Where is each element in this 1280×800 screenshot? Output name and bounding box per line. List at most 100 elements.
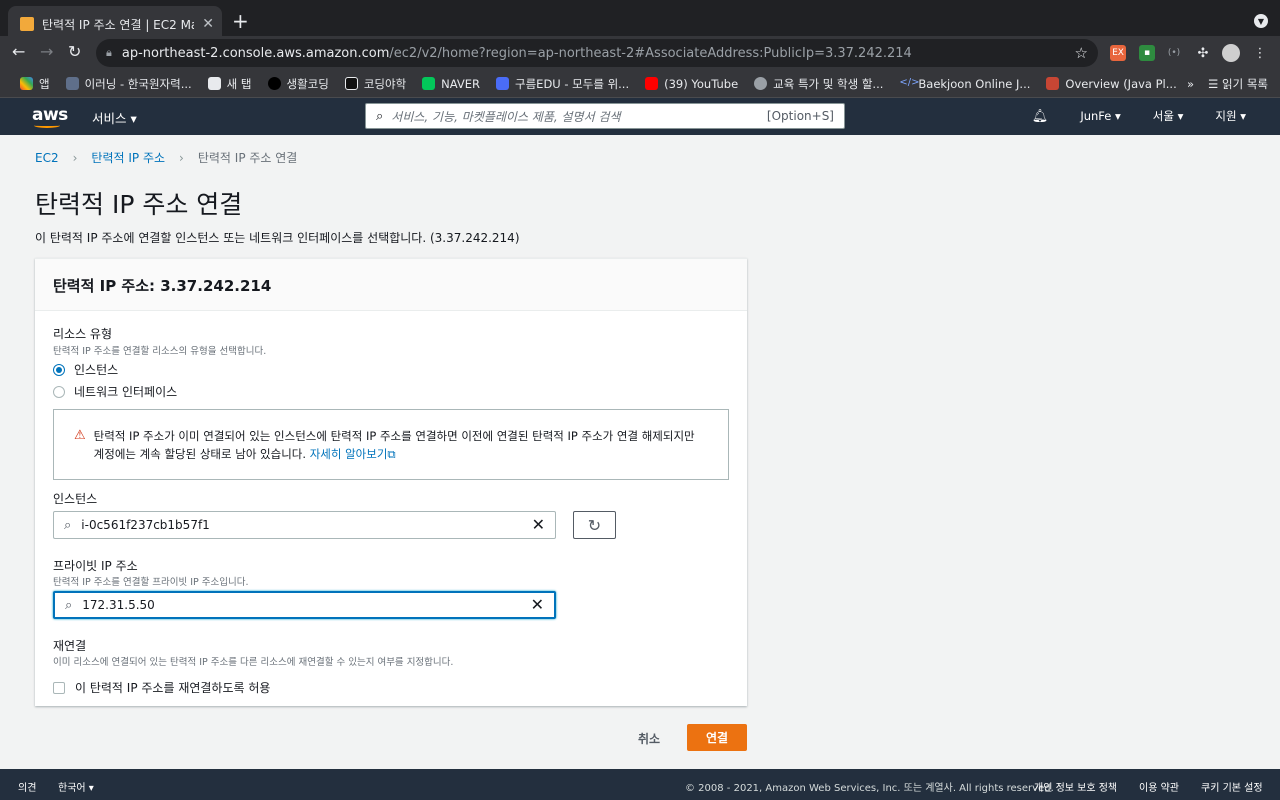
reassociate-desc: 이미 리소스에 연결되어 있는 탄력적 IP 주소를 다른 리소스에 재연결할 … — [53, 657, 454, 668]
apps-grid-icon — [20, 77, 33, 90]
aws-favicon-icon — [20, 17, 34, 31]
reload-icon[interactable]: ↻ — [68, 43, 81, 61]
cookie-preferences-link[interactable]: 쿠키 기본 설정 — [1201, 779, 1263, 794]
bookmark-icon — [267, 77, 281, 90]
bookmark-item[interactable]: 이러닝 - 한국원자력... — [58, 76, 200, 92]
bell-icon[interactable]: 🔔︎ — [1032, 109, 1049, 124]
account-menu[interactable]: JunFe ▾ — [1080, 109, 1120, 123]
extension-icon[interactable]: (•) — [1166, 45, 1182, 61]
cancel-button[interactable]: 취소 — [638, 730, 660, 747]
search-placeholder: 서비스, 기능, 마켓플레이스 제품, 설명서 검색 — [391, 109, 621, 124]
bookmark-item[interactable]: 새 탭 — [200, 76, 260, 92]
bookmark-item[interactable]: 구름EDU - 모두를 위... — [488, 76, 637, 92]
bookmark-label: (39) YouTube — [664, 76, 739, 91]
breadcrumb-elastic-ip[interactable]: 탄력적 IP 주소 — [91, 149, 165, 166]
learn-more-label: 자세히 알아보기 — [309, 447, 388, 461]
reassociate-option[interactable]: 이 탄력적 IP 주소를 재연결하도록 허용 — [53, 679, 270, 696]
region-menu[interactable]: 서울 ▾ — [1153, 108, 1184, 124]
breadcrumb-current: 탄력적 IP 주소 연결 — [197, 151, 298, 165]
console-footer: 의견 한국어 ▾ © 2008 - 2021, Amazon Web Servi… — [0, 769, 1280, 800]
tab-search-icon[interactable]: ▼ — [1254, 14, 1268, 28]
services-label: 서비스 — [92, 111, 127, 126]
bookmark-label: Baekjoon Online J... — [918, 76, 1031, 91]
feedback-link[interactable]: 의견 — [18, 779, 36, 794]
search-icon: ⌕ — [65, 597, 73, 613]
code-icon: </> — [899, 77, 920, 88]
bookmark-label: 이러닝 - 한국원자력... — [84, 76, 192, 91]
clear-icon[interactable]: ✕ — [531, 597, 544, 613]
aws-logo[interactable]: aws — [32, 105, 68, 125]
bookmark-apps[interactable]: 앱 — [12, 76, 58, 92]
alert-text: 탄력적 IP 주소가 이미 연결되어 있는 인스턴스에 탄력적 IP 주소를 연… — [94, 427, 708, 462]
resource-type-label: 리소스 유형 — [53, 327, 113, 341]
new-tab-icon[interactable]: + — [232, 10, 249, 32]
bookmarks-bar: 앱 이러닝 - 한국원자력... 새 탭 생활코딩 코딩야학 NAVER 구름E… — [0, 70, 1280, 98]
learn-more-link[interactable]: 자세히 알아보기⧉ — [310, 447, 396, 461]
lock-icon: 🔒︎ — [106, 46, 112, 59]
bookmark-item[interactable]: NAVER — [414, 77, 488, 91]
reassociate-checkbox[interactable] — [53, 681, 65, 694]
support-menu[interactable]: 지원 ▾ — [1215, 108, 1246, 124]
bookmark-star-icon[interactable]: ☆ — [1075, 44, 1088, 62]
youtube-icon — [645, 77, 659, 90]
nav-right: 🔔︎ JunFe ▾ 서울 ▾ 지원 ▾ — [1032, 108, 1246, 124]
clear-icon[interactable]: ✕ — [532, 517, 545, 533]
laptop-icon — [207, 77, 221, 90]
radio-label: 인스턴스 — [74, 363, 119, 377]
search-shortcut: [Option+S] — [766, 109, 834, 123]
refresh-button[interactable]: ↻ — [573, 511, 616, 539]
bookmark-item[interactable]: (39) YouTube — [637, 77, 746, 91]
aws-smile-icon — [34, 123, 60, 128]
instance-input[interactable]: ⌕ i-0c561f237cb1b57f1 ✕ — [53, 511, 556, 539]
radio-unchecked-icon[interactable] — [53, 385, 65, 398]
private-ip-desc: 탄력적 IP 주소를 연결할 프라이빗 IP 주소입니다. — [53, 577, 249, 588]
private-ip-label: 프라이빗 IP 주소 — [53, 559, 138, 573]
radio-network-interface[interactable]: 네트워크 인터페이스 — [53, 383, 177, 400]
browser-toolbar: ← → ↻ 🔒︎ ap-northeast-2.console.aws.amaz… — [0, 36, 1280, 70]
refresh-icon: ↻ — [587, 515, 602, 535]
privacy-link[interactable]: 개인 정보 보호 정책 — [1034, 779, 1117, 794]
private-ip-input[interactable]: ⌕ 172.31.5.50 ✕ — [53, 591, 556, 619]
puzzle-icon[interactable]: ✣ — [1195, 45, 1211, 61]
extension-icon[interactable]: EX — [1110, 45, 1126, 61]
address-bar[interactable]: 🔒︎ ap-northeast-2.console.aws.amazon.com… — [96, 39, 1098, 67]
associate-panel: 탄력적 IP 주소: 3.37.242.214 리소스 유형 탄력적 IP 주소… — [35, 258, 747, 706]
close-icon[interactable]: ✕ — [202, 16, 214, 32]
avatar[interactable] — [1222, 44, 1240, 62]
url-text: ap-northeast-2.console.aws.amazon.com/ec… — [122, 46, 1065, 61]
terms-link[interactable]: 이용 약관 — [1139, 779, 1179, 794]
search-input[interactable]: ⌕ 서비스, 기능, 마켓플레이스 제품, 설명서 검색 [Option+S] — [365, 103, 845, 129]
forward-icon[interactable]: → — [40, 43, 53, 61]
oracle-icon — [1046, 77, 1060, 90]
breadcrumb-ec2[interactable]: EC2 — [35, 151, 59, 165]
bookmark-item[interactable]: Overview (Java Pl... — [1038, 77, 1184, 91]
bookmark-icon — [496, 77, 510, 90]
reading-list-label: 읽기 목록 — [1222, 77, 1268, 91]
bookmarks-overflow-button[interactable]: » — [1187, 77, 1194, 91]
language-selector[interactable]: 한국어 ▾ — [58, 779, 94, 794]
bookmark-icon — [65, 77, 79, 90]
instance-value: i-0c561f237cb1b57f1 — [81, 518, 210, 532]
warning-alert: ⚠ 탄력적 IP 주소가 이미 연결되어 있는 인스턴스에 탄력적 IP 주소를… — [53, 409, 729, 480]
services-menu[interactable]: 서비스 ▾ — [92, 108, 137, 127]
bookmark-item[interactable]: 생활코딩 — [260, 76, 337, 92]
bookmark-item[interactable]: </> Baekjoon Online J... — [891, 77, 1038, 91]
radio-checked-icon[interactable] — [53, 363, 65, 376]
associate-button[interactable]: 연결 — [687, 724, 747, 751]
chevron-right-icon: › — [72, 150, 78, 165]
account-label: JunFe — [1080, 109, 1112, 123]
language-label: 한국어 — [58, 783, 86, 794]
support-label: 지원 — [1215, 109, 1237, 123]
radio-instance[interactable]: 인스턴스 — [53, 361, 118, 378]
tab-title: 탄력적 IP 주소 연결 | EC2 Manage — [42, 17, 194, 32]
bookmark-label: 앱 — [39, 76, 50, 91]
more-icon[interactable]: ⋮ — [1252, 45, 1268, 61]
bookmark-item[interactable]: 코딩야학 — [337, 76, 414, 92]
back-icon[interactable]: ← — [12, 43, 25, 61]
bookmark-item[interactable]: 교육 특가 및 학생 할... — [746, 76, 891, 92]
extension-icon[interactable]: ▪ — [1139, 45, 1155, 61]
bookmark-label: 새 탭 — [226, 76, 252, 91]
url-host: ap-northeast-2.console.aws.amazon.com — [121, 45, 390, 61]
chevron-right-icon: › — [179, 150, 184, 165]
reading-list-button[interactable]: ☰ 읽기 목록 — [1208, 76, 1268, 92]
